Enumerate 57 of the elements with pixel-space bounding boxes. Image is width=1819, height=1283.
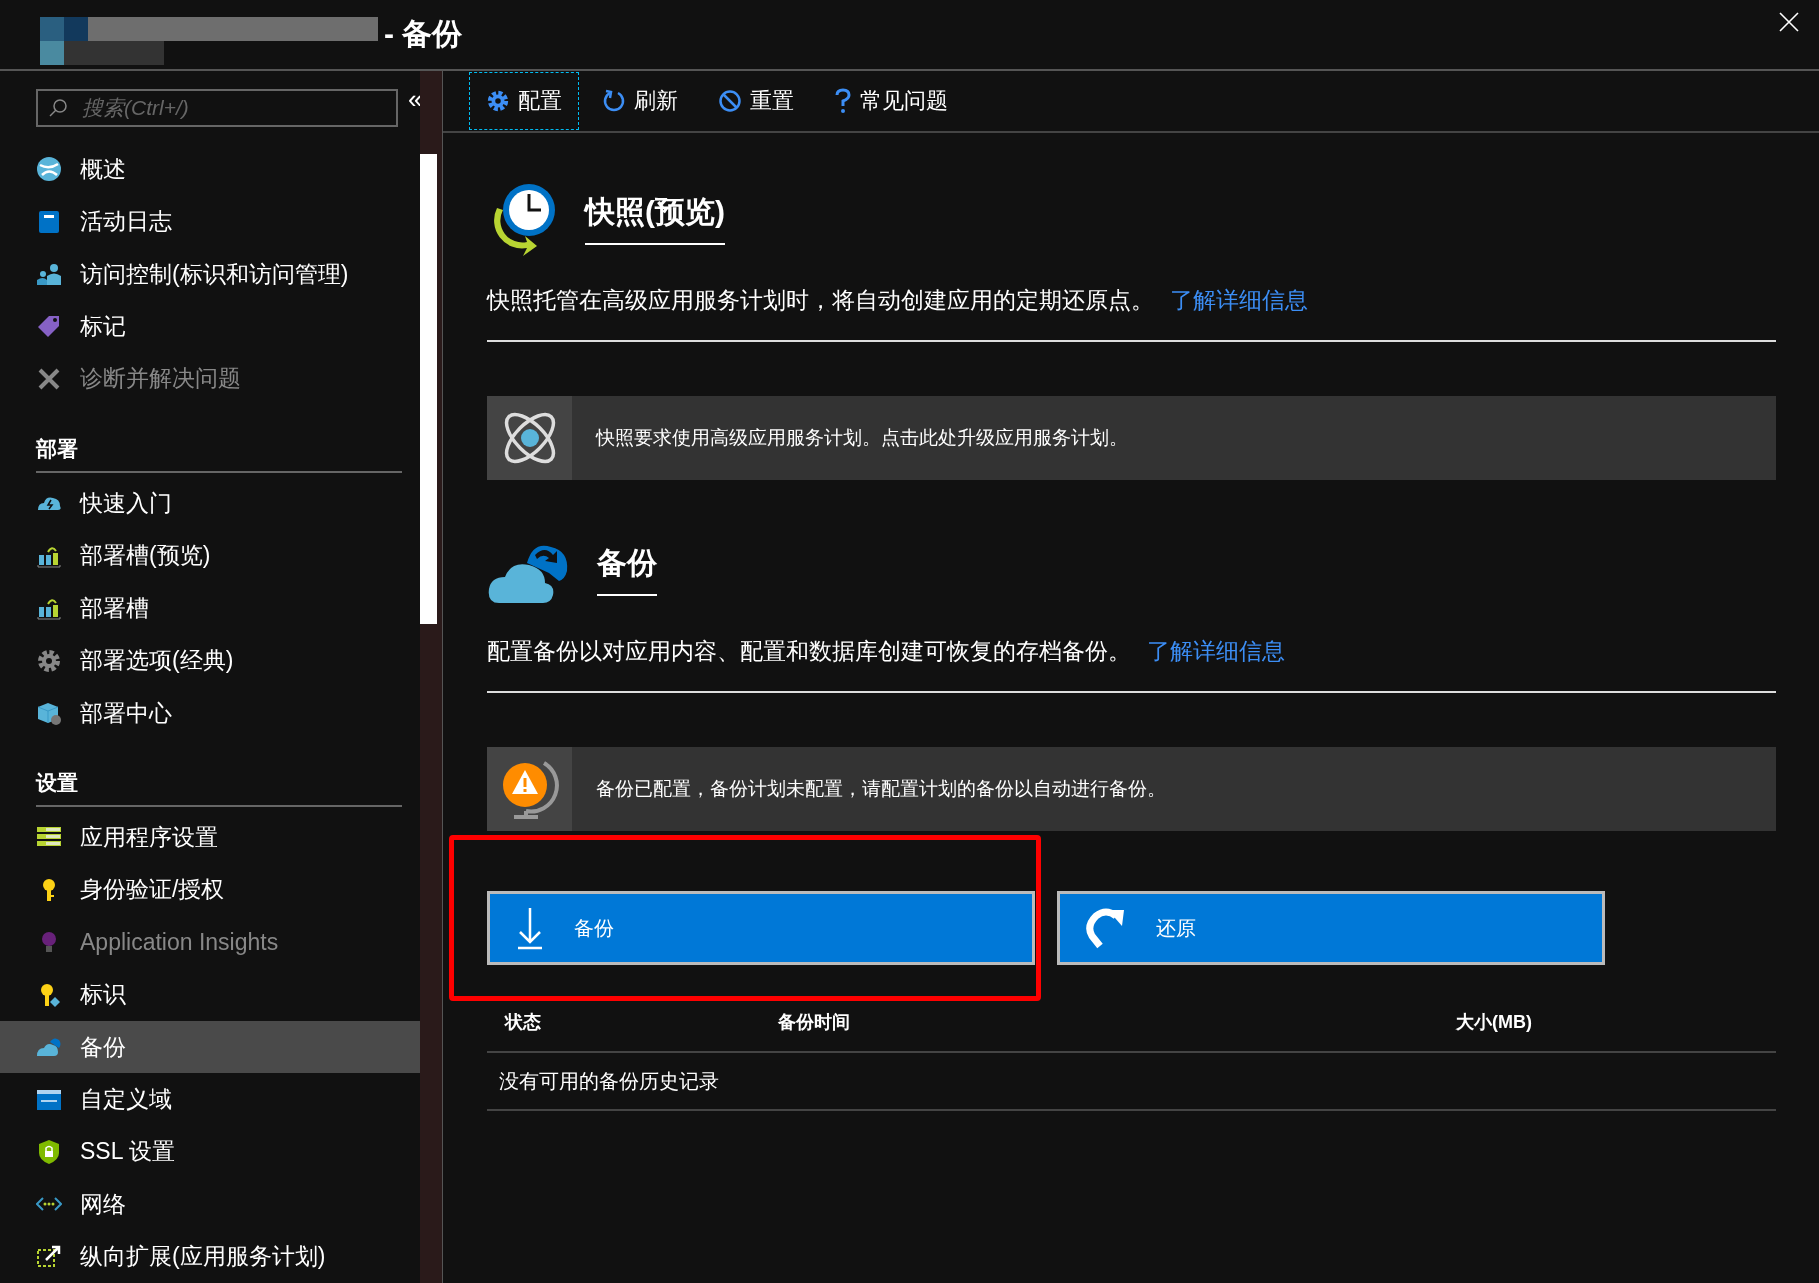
action-button[interactable]: 备份 [487,891,1035,965]
search-icon [48,98,68,118]
sidebar-item[interactable]: 部署槽(预览) [0,529,420,582]
sidebar-item[interactable]: 访问控制(标识和访问管理) [0,247,420,301]
tag-icon [36,313,62,340]
refresh-icon [602,89,626,113]
book-icon [36,208,62,235]
prohibited-icon [718,89,742,113]
globe-icon [36,156,62,183]
notice-bar: 备份已配置，备份计划未配置，请配置计划的备份以自动进行备份。 [487,747,1776,831]
sidebar-item[interactable]: 快速入门 [0,477,420,530]
toolbar-button[interactable]: 常见问题 [817,72,965,130]
scrollbar-thumb[interactable] [420,154,437,624]
resize-icon [36,1243,62,1270]
section-title: 备份 [597,542,657,596]
empty-message: 没有可用的备份历史记录 [499,1068,719,1094]
question-icon [834,88,852,114]
sidebar-item[interactable]: 活动日志 [0,195,420,248]
sidebar-item[interactable]: 标识 [0,968,420,1021]
sidebar-item[interactable]: 身份验证/授权 [0,863,420,917]
window-title: - 备份 [384,16,463,52]
section-heading: 设置 [36,769,402,808]
column-header: 状态 [505,1011,542,1034]
gear-icon [36,647,62,674]
sidebar-item[interactable]: 应用程序设置 [0,811,420,864]
sidebar-item[interactable]: 备份 [0,1020,420,1074]
box-icon [36,700,62,726]
sidebar-item[interactable]: 自定义域 [0,1073,420,1126]
toolbar-button[interactable]: 配置 [469,72,579,130]
sidebar-item[interactable]: 部署中心 [0,686,420,740]
section-title: 快照(预览) [585,191,725,245]
sidebar-item[interactable]: SSL 设置 [0,1125,420,1179]
close-icon [1779,12,1799,32]
learn-more-link[interactable]: 了解详细信息 [1147,638,1286,664]
redo-arrow-icon [1086,906,1126,950]
sidebar-item[interactable]: 概述 [0,143,420,196]
search-field[interactable]: 搜索(Ctrl+/) [36,89,398,127]
section-description: 配置备份以对应用内容、配置和数据库创建可恢复的存档备份。 了解详细信息 [487,636,1776,693]
notice-bar: 快照要求使用高级应用服务计划。点击此处升级应用服务计划。 [487,396,1776,480]
toolbar-button[interactable]: 刷新 [585,72,695,130]
gear-icon [486,89,510,113]
learn-more-link[interactable]: 了解详细信息 [1170,287,1309,313]
sidebar-item[interactable]: 部署选项(经典) [0,634,420,687]
download-icon [516,906,544,950]
column-header: 备份时间 [778,1011,851,1034]
sidebar-item[interactable]: 标记 [0,300,420,353]
column-header: 大小(MB) [1456,1011,1532,1034]
toolbar-button[interactable]: 重置 [701,72,811,130]
sidebar-item[interactable]: 部署槽 [0,581,420,635]
sidebar-item[interactable]: 网络 [0,1178,420,1231]
people-icon [36,261,62,288]
section-heading: 部署 [36,435,402,474]
shield-icon [36,1138,62,1165]
collapse-button[interactable]: « [408,89,423,109]
section-description: 快照托管在高级应用服务计划时，将自动创建应用的定期还原点。 了解详细信息 [487,285,1776,342]
sidebar-item[interactable]: 纵向扩展(应用服务计划) [0,1230,420,1283]
action-button[interactable]: 还原 [1057,891,1605,965]
